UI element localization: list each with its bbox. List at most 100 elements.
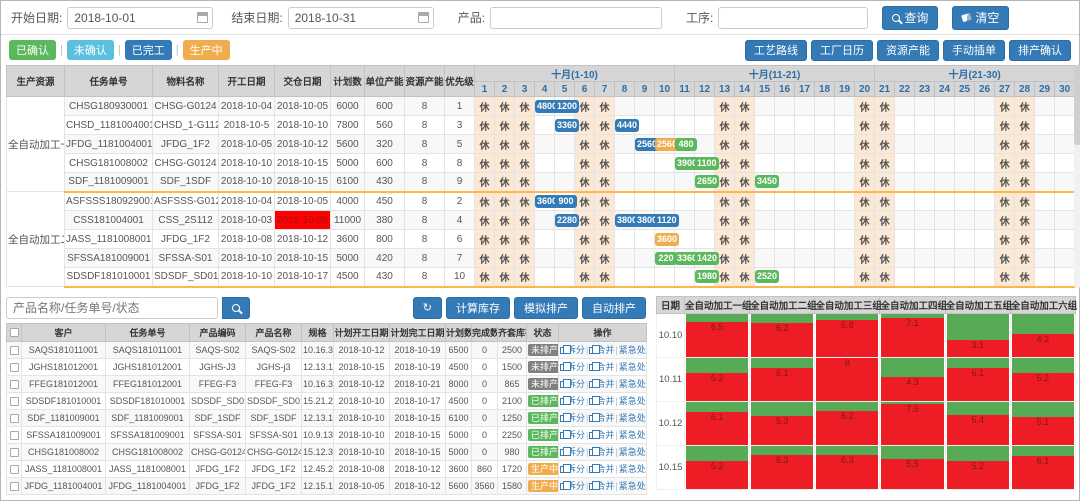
order-row: SAQS181011001SAQS181011001SAQS-S02SAQS-S…	[7, 341, 647, 358]
capacity-badge[interactable]: 3450	[755, 175, 779, 188]
calendar-icon[interactable]	[197, 12, 208, 23]
used-capacity-bar: 6.8	[816, 320, 878, 357]
orders-column-header: 计划完工日期	[390, 323, 446, 341]
split-link[interactable]: 拆分	[560, 379, 585, 389]
merge-link[interactable]: 合并	[589, 430, 614, 440]
start-date-cell: 2018-10-10	[219, 154, 275, 173]
capacity-badge[interactable]: 3600	[655, 233, 679, 246]
capacity-badge[interactable]: 1420	[695, 252, 719, 265]
urgent-link[interactable]: 紧急处理	[619, 481, 647, 491]
urgent-link[interactable]: 紧急处理	[619, 396, 647, 406]
split-link[interactable]: 拆分	[560, 362, 585, 372]
manual-insert-button[interactable]: 手动插单	[943, 40, 1005, 61]
merge-link[interactable]: 合并	[589, 413, 614, 423]
day-header: 17	[795, 82, 815, 97]
day-header: 21	[875, 82, 895, 97]
gantt-day-cell	[615, 97, 635, 116]
merge-icon	[589, 466, 595, 473]
urgent-link[interactable]: 紧急处理	[619, 430, 647, 440]
vertical-scrollbar[interactable]	[1074, 65, 1080, 288]
operations-cell: 拆分|合并|紧急处理	[559, 443, 647, 460]
row-checkbox[interactable]	[10, 465, 19, 474]
merge-link[interactable]: 合并	[589, 447, 614, 457]
capacity-badge[interactable]: 1200	[555, 100, 579, 113]
split-link[interactable]: 拆分	[560, 447, 585, 457]
urgent-link[interactable]: 紧急处理	[619, 345, 647, 355]
capacity-bar: 5.2	[685, 358, 749, 401]
resource-capacity-button[interactable]: 资源产能	[877, 40, 939, 61]
refresh-button[interactable]: ↻	[413, 297, 442, 319]
end-date-input[interactable]	[288, 7, 434, 29]
merge-link[interactable]: 合并	[589, 379, 614, 389]
start-date-input[interactable]	[67, 7, 213, 29]
calc-stock-button[interactable]: 计算库存	[446, 297, 510, 319]
gantt-day-cell	[795, 116, 815, 135]
capacity-badge[interactable]: 480	[675, 138, 697, 151]
split-link[interactable]: 拆分	[560, 464, 585, 474]
capacity-badge[interactable]: 900	[555, 195, 577, 208]
merge-link[interactable]: 合并	[589, 396, 614, 406]
clear-button[interactable]: 清空	[952, 6, 1009, 30]
row-checkbox[interactable]	[10, 397, 19, 406]
gantt-day-cell	[795, 211, 815, 230]
factory-calendar-button[interactable]: 工厂日历	[811, 40, 873, 61]
search-button[interactable]	[222, 297, 250, 319]
auto-schedule-button[interactable]: 自动排产	[582, 297, 646, 319]
urgent-link[interactable]: 紧急处理	[619, 362, 647, 372]
gantt-day-cell	[615, 135, 635, 154]
capacity-badge[interactable]: 1100	[695, 157, 719, 170]
capacity-badge[interactable]: 220	[655, 252, 677, 265]
urgent-link[interactable]: 紧急处理	[619, 413, 647, 423]
urgent-link[interactable]: 紧急处理	[619, 447, 647, 457]
product-code-cell: CHSG-G0124	[190, 443, 246, 460]
row-checkbox[interactable]	[10, 380, 19, 389]
urgent-link[interactable]: 紧急处理	[619, 464, 647, 474]
split-link[interactable]: 拆分	[560, 413, 585, 423]
search-input[interactable]	[6, 297, 218, 319]
row-checkbox[interactable]	[10, 414, 19, 423]
capacity-badge[interactable]: 1120	[655, 214, 679, 227]
scrollbar-thumb[interactable]	[1074, 65, 1080, 145]
process-input[interactable]	[718, 7, 868, 29]
operation-separator: |	[615, 430, 617, 440]
rest-day-cell: 休	[855, 230, 875, 249]
free-capacity-bar	[686, 358, 748, 373]
split-link[interactable]: 拆分	[560, 396, 585, 406]
schedule-confirm-button[interactable]: 排产确认	[1009, 40, 1071, 61]
plan-qty-cell: 6100	[331, 173, 365, 192]
split-link[interactable]: 拆分	[560, 481, 585, 491]
row-checkbox[interactable]	[10, 431, 19, 440]
merge-link[interactable]: 合并	[589, 464, 614, 474]
urgent-link[interactable]: 紧急处理	[619, 379, 647, 389]
merge-link[interactable]: 合并	[589, 345, 614, 355]
capacity-badge[interactable]: 2650	[695, 175, 719, 188]
product-input[interactable]	[490, 7, 662, 29]
capacity-badge[interactable]: 4440	[615, 119, 639, 132]
operation-separator: |	[586, 379, 588, 389]
simulate-schedule-button[interactable]: 模拟排产	[514, 297, 578, 319]
merge-link[interactable]: 合并	[589, 481, 614, 491]
capacity-badge[interactable]: 2520	[755, 270, 779, 283]
spec-cell: 15.21.23	[302, 392, 334, 409]
capacity-badge[interactable]: 3360	[555, 119, 579, 132]
row-checkbox[interactable]	[10, 448, 19, 457]
process-route-button[interactable]: 工艺路线	[745, 40, 807, 61]
row-checkbox[interactable]	[10, 346, 19, 355]
calendar-icon[interactable]	[418, 12, 429, 23]
capacity-badge[interactable]: 1980	[695, 270, 719, 283]
status-legend: 已确认|未确认|已完工|生产中	[9, 40, 230, 60]
rest-day-cell: 休	[995, 154, 1015, 173]
gantt-day-cell	[695, 97, 715, 116]
query-button[interactable]: 查询	[882, 6, 938, 30]
capacity-badge[interactable]: 2280	[555, 214, 579, 227]
split-link[interactable]: 拆分	[560, 430, 585, 440]
rest-day-cell: 休	[735, 192, 755, 211]
free-capacity-bar	[751, 446, 813, 455]
merge-link[interactable]: 合并	[589, 362, 614, 372]
split-link[interactable]: 拆分	[560, 345, 585, 355]
row-checkbox[interactable]	[10, 482, 19, 491]
free-capacity-bar	[947, 358, 1009, 368]
select-all-checkbox[interactable]	[10, 328, 19, 337]
row-checkbox[interactable]	[10, 363, 19, 372]
workgroup-column-header: 全自动加工一组	[685, 296, 750, 313]
